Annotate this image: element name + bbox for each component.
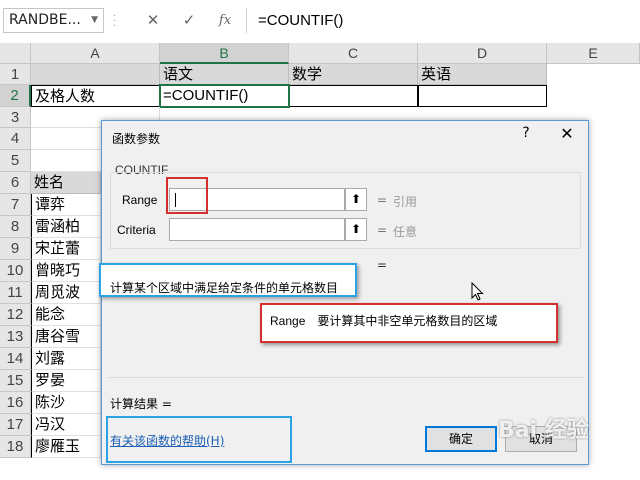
column-header-e[interactable]: E [547, 43, 640, 64]
drag-handle-icon[interactable]: · · · [113, 12, 117, 32]
argument-description-name: Range [270, 314, 306, 328]
formula-bar: RANDBE... ▼ · · · ✕ ✓ fx =COUNTIF() [0, 0, 640, 42]
name-cell[interactable]: 周觅波 [31, 282, 101, 304]
row-header-4[interactable]: 4 [0, 128, 31, 150]
cell-c1[interactable]: 数学 [289, 64, 418, 85]
ok-button[interactable]: 确定 [425, 426, 497, 452]
formula-input[interactable]: =COUNTIF() [258, 8, 640, 33]
name-box-value: RANDBE... [9, 12, 81, 28]
active-cell-selection [159, 84, 290, 108]
criteria-equals: = [377, 223, 388, 237]
row-header-12[interactable]: 12 [0, 304, 31, 326]
column-header-c[interactable]: C [289, 43, 418, 64]
row-header-6[interactable]: 6 [0, 172, 31, 194]
select-all-corner[interactable] [0, 43, 31, 64]
range-equals: = [377, 193, 388, 207]
name-cell[interactable]: 谭弈 [31, 194, 101, 216]
cell-a2[interactable]: 及格人数 [31, 85, 160, 107]
argument-description: Range 要计算其中非空单元格数目的区域 [270, 312, 497, 329]
annotation-box-help [106, 416, 292, 463]
cell-a6[interactable]: 姓名 [31, 172, 101, 194]
name-cell[interactable]: 陈沙 [31, 392, 101, 414]
cell-d1[interactable]: 英语 [418, 64, 547, 85]
range-hint: 引用 [393, 195, 418, 209]
name-cell[interactable]: 廖雁玉 [31, 436, 101, 458]
row-header-15[interactable]: 15 [0, 370, 31, 392]
collapse-criteria-icon[interactable]: ⬆ [345, 218, 367, 241]
cancel-formula-icon[interactable]: ✕ [140, 8, 166, 33]
collapse-range-icon[interactable]: ⬆ [345, 188, 367, 211]
function-description: 计算某个区域中满足给定条件的单元格数目 [110, 281, 339, 295]
enter-formula-icon[interactable]: ✓ [176, 8, 202, 33]
criteria-hint: 任意 [393, 225, 418, 239]
row-header-3[interactable]: 3 [0, 107, 31, 128]
close-icon[interactable]: ✕ [557, 124, 577, 143]
cell-d2[interactable] [418, 85, 547, 107]
row-header-11[interactable]: 11 [0, 282, 31, 304]
row-header-5[interactable]: 5 [0, 150, 31, 172]
range-label: Range [122, 193, 158, 207]
annotation-box-range [166, 177, 208, 214]
name-box[interactable]: RANDBE... ▼ [3, 8, 104, 33]
help-icon[interactable]: ? [516, 125, 536, 141]
chevron-down-icon[interactable]: ▼ [91, 9, 98, 32]
name-cell[interactable]: 刘露 [31, 348, 101, 370]
row-header-10[interactable]: 10 [0, 260, 31, 282]
name-cell[interactable]: 唐谷雪 [31, 326, 101, 348]
row-header-2[interactable]: 2 [0, 85, 31, 107]
watermark: Bai 经验 [498, 418, 589, 443]
formula-separator [246, 8, 247, 33]
name-cell[interactable]: 雷涵柏 [31, 216, 101, 238]
cell-a1[interactable] [31, 64, 160, 85]
name-cell[interactable]: 罗晏 [31, 370, 101, 392]
name-cell[interactable]: 宋芷蕾 [31, 238, 101, 260]
name-cell[interactable]: 曾晓巧 [31, 260, 101, 282]
criteria-input[interactable] [169, 218, 345, 241]
row-header-7[interactable]: 7 [0, 194, 31, 216]
row-header-14[interactable]: 14 [0, 348, 31, 370]
insert-function-icon[interactable]: fx [212, 8, 238, 33]
criteria-label: Criteria [117, 223, 156, 237]
formula-buttons: ✕ ✓ fx [134, 8, 244, 33]
row-header-17[interactable]: 17 [0, 414, 31, 436]
name-cell[interactable]: 冯汉 [31, 414, 101, 436]
dialog-title: 函数参数 [112, 132, 161, 146]
formula-result-equals: = [377, 258, 388, 272]
row-header-1[interactable]: 1 [0, 64, 31, 85]
row-header-16[interactable]: 16 [0, 392, 31, 414]
row-header-18[interactable]: 18 [0, 436, 31, 458]
name-cell[interactable]: 能念 [31, 304, 101, 326]
column-header-b[interactable]: B [160, 43, 289, 64]
row-header-13[interactable]: 13 [0, 326, 31, 348]
argument-description-text: 要计算其中非空单元格数目的区域 [317, 314, 498, 328]
column-header-d[interactable]: D [418, 43, 547, 64]
mouse-pointer-icon [471, 282, 484, 301]
cell-c2[interactable] [289, 85, 418, 107]
calc-result-label: 计算结果 = [110, 397, 172, 411]
column-header-a[interactable]: A [31, 43, 160, 64]
row-header-9[interactable]: 9 [0, 238, 31, 260]
row-header-8[interactable]: 8 [0, 216, 31, 238]
dialog-divider [108, 377, 584, 378]
cell-b1[interactable]: 语文 [160, 64, 289, 85]
